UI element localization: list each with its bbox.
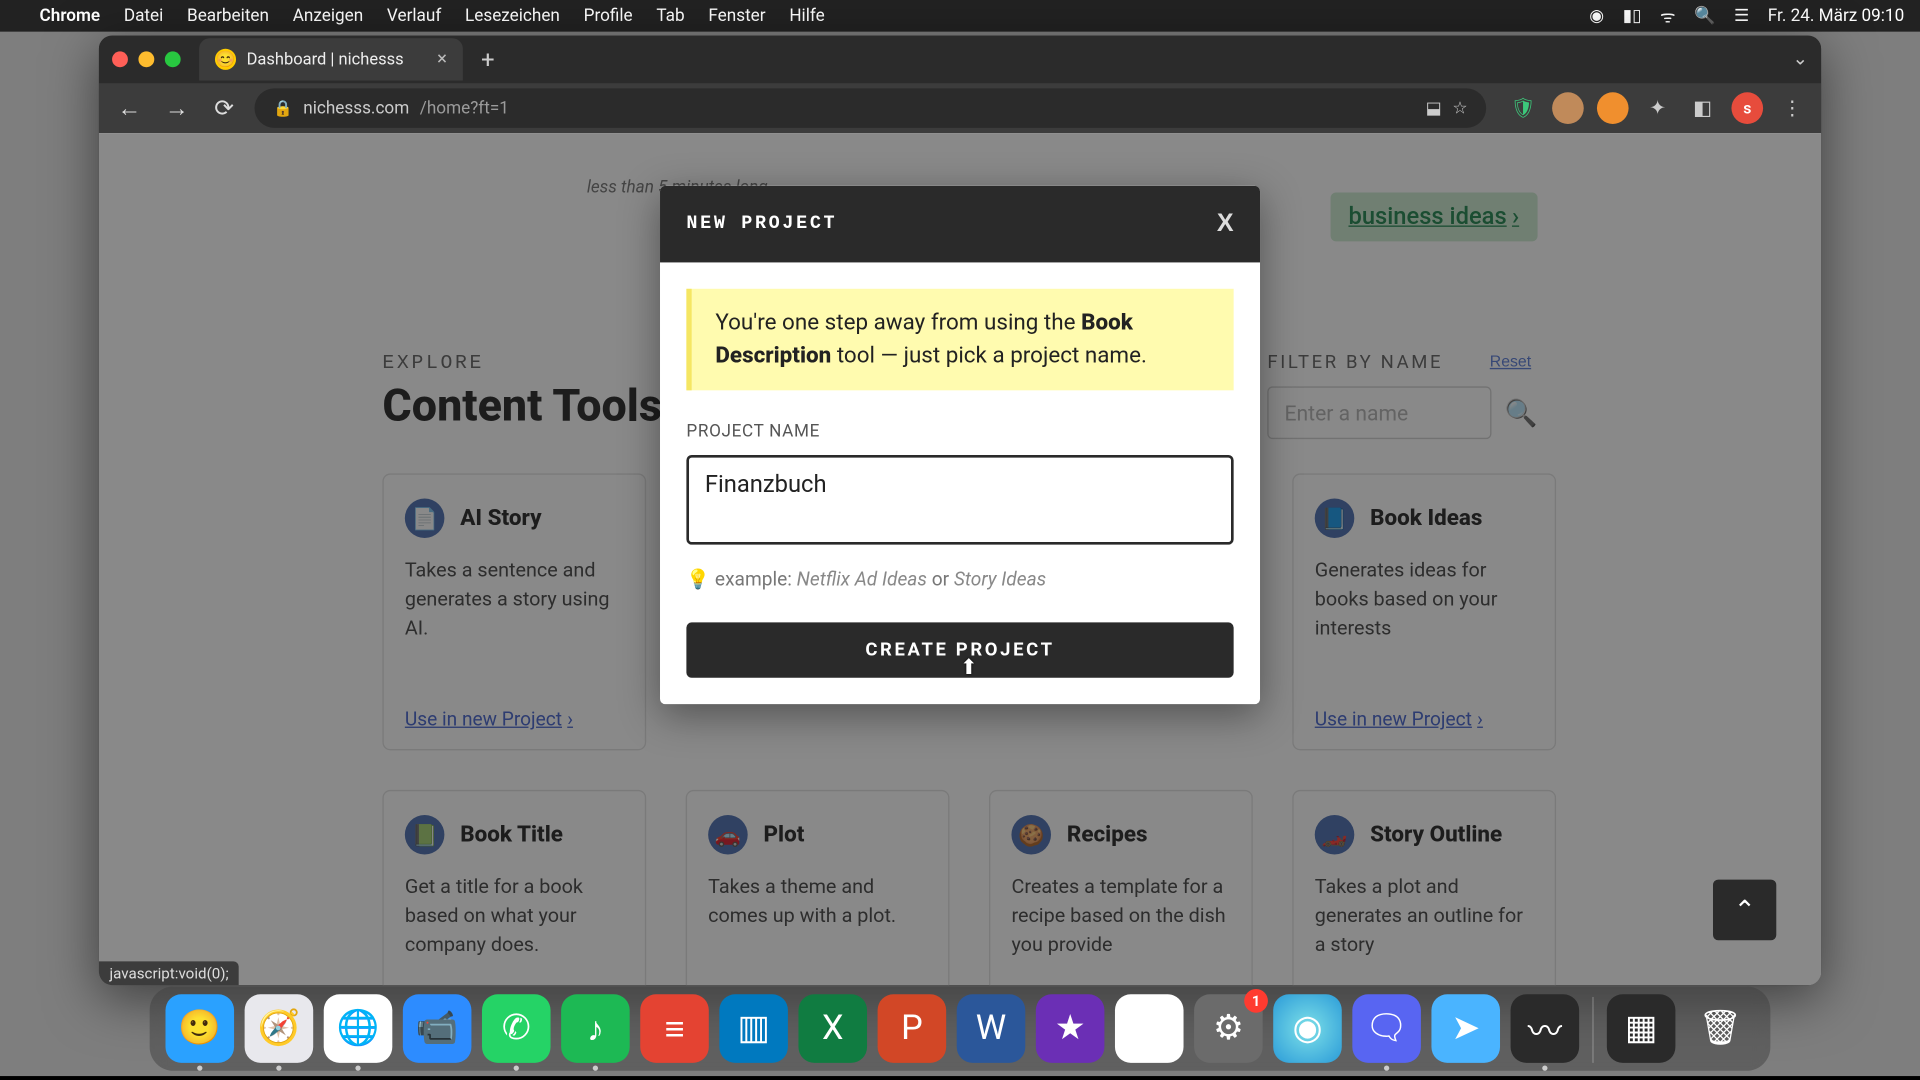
dock-app-siri[interactable]: ◉ <box>1273 994 1342 1063</box>
running-indicator-icon <box>593 1066 598 1071</box>
extensions-puzzle-icon[interactable]: ✦ <box>1642 92 1674 124</box>
profile-avatar-icon[interactable]: s <box>1731 92 1763 124</box>
menu-tab[interactable]: Tab <box>656 6 684 26</box>
menu-app-name[interactable]: Chrome <box>40 6 101 26</box>
tab-overflow-button[interactable]: ⌄ <box>1792 49 1807 70</box>
running-indicator-icon <box>197 1066 202 1071</box>
tab-strip: 😊 Dashboard | nichesss × + ⌄ <box>99 36 1821 83</box>
dock-app-audio[interactable]: 〰 <box>1511 994 1580 1063</box>
wifi-icon[interactable]: ᯤ <box>1660 4 1676 28</box>
running-indicator-icon <box>276 1066 281 1071</box>
menu-lesezeichen[interactable]: Lesezeichen <box>465 6 560 26</box>
browser-window: 😊 Dashboard | nichesss × + ⌄ ← → ⟳ 🔒 nic… <box>99 36 1821 985</box>
dock-app-mission[interactable]: ▦ <box>1607 994 1676 1063</box>
bookmark-star-icon[interactable]: ☆ <box>1452 98 1467 118</box>
menubar-status-icons: ◉ ▮▯ ᯤ 🔍 ☰ Fr. 24. März 09:10 <box>1589 4 1904 28</box>
dock-app-whatsapp[interactable]: ✆ <box>482 994 551 1063</box>
dock-app-excel[interactable]: X <box>798 994 867 1063</box>
window-controls <box>112 51 181 67</box>
running-indicator-icon <box>355 1066 360 1071</box>
page-content: less than 5 minutes long business ideas›… <box>99 133 1821 985</box>
dock-app-trash[interactable]: 🗑 <box>1686 994 1755 1063</box>
dock-separator <box>1592 997 1593 1063</box>
project-name-label: PROJECT NAME <box>686 422 1233 442</box>
modal-close-button[interactable]: X <box>1217 210 1234 239</box>
menu-bearbeiten[interactable]: Bearbeiten <box>187 6 269 26</box>
dock-app-chrome[interactable]: 🌐 <box>324 994 393 1063</box>
battery-icon[interactable]: ▮▯ <box>1623 6 1642 26</box>
menu-fenster[interactable]: Fenster <box>708 6 765 26</box>
tab-close-icon[interactable]: × <box>437 49 447 70</box>
dock-app-zoom[interactable]: 📹 <box>403 994 472 1063</box>
extension-dot1-icon[interactable] <box>1552 92 1584 124</box>
running-indicator-icon <box>1384 1066 1389 1071</box>
menu-datei[interactable]: Datei <box>124 6 163 26</box>
maximize-window-button[interactable] <box>165 51 181 67</box>
dock-app-spotify[interactable]: ♪ <box>561 994 630 1063</box>
dock-app-safari[interactable]: 🧭 <box>245 994 314 1063</box>
minimize-window-button[interactable] <box>138 51 154 67</box>
project-name-example: 💡 example: Netflix Ad Ideas or Story Ide… <box>686 569 1233 591</box>
mac-menubar: Chrome Datei Bearbeiten Anzeigen Verlauf… <box>0 0 1920 32</box>
tab-title: Dashboard | nichesss <box>247 49 404 69</box>
create-project-button[interactable]: CREATE PROJECT <box>686 623 1233 678</box>
tab-favicon-icon: 😊 <box>215 49 236 70</box>
lock-icon: 🔒 <box>273 99 293 117</box>
dock-app-todoist[interactable]: ≡ <box>640 994 709 1063</box>
extension-dot2-icon[interactable] <box>1597 92 1629 124</box>
status-link-preview: javascript:void(0); <box>99 961 239 985</box>
menu-profile[interactable]: Profile <box>584 6 633 26</box>
chrome-menu-icon[interactable]: ⋮ <box>1776 92 1808 124</box>
menu-anzeigen[interactable]: Anzeigen <box>293 6 363 26</box>
notification-badge: 1 <box>1244 989 1268 1013</box>
dock-app-powerpoint[interactable]: P <box>878 994 947 1063</box>
control-center-icon[interactable]: ☰ <box>1734 6 1749 26</box>
browser-tab-dashboard[interactable]: 😊 Dashboard | nichesss × <box>199 38 463 80</box>
reload-button[interactable]: ⟳ <box>207 91 241 125</box>
new-project-modal: NEW PROJECT X You're one step away from … <box>660 186 1260 705</box>
project-name-input[interactable] <box>686 455 1233 545</box>
modal-hint: You're one step away from using the Book… <box>686 289 1233 391</box>
modal-title: NEW PROJECT <box>686 214 837 235</box>
chevron-up-icon: ⌃ <box>1734 894 1756 926</box>
dock-app-imovie[interactable]: ★ <box>1036 994 1105 1063</box>
running-indicator-icon <box>1542 1066 1547 1071</box>
dock-app-settings[interactable]: ⚙1 <box>1194 994 1263 1063</box>
install-app-icon[interactable]: ⬓ <box>1426 98 1442 118</box>
url-host: nichesss.com <box>303 98 409 118</box>
clock-text[interactable]: Fr. 24. März 09:10 <box>1768 6 1904 26</box>
dock-app-app-a[interactable]: ➤ <box>1431 994 1500 1063</box>
new-tab-button[interactable]: + <box>473 45 502 74</box>
extension-shield-icon[interactable]: 🛡 <box>1507 92 1539 124</box>
dock-app-finder[interactable]: 🙂 <box>165 994 234 1063</box>
side-panel-icon[interactable]: ◧ <box>1687 92 1719 124</box>
dock-app-trello[interactable]: ▥ <box>719 994 788 1063</box>
dock-app-discord[interactable]: 🗨 <box>1352 994 1421 1063</box>
scroll-to-top-button[interactable]: ⌃ <box>1713 880 1776 941</box>
extension-icons: 🛡 ✦ ◧ s ⋮ <box>1507 92 1808 124</box>
address-bar[interactable]: 🔒 nichesss.com/home?ft=1 ⬓ ☆ <box>255 88 1487 128</box>
dock-app-drive[interactable]: ▲ <box>1115 994 1184 1063</box>
browser-toolbar: ← → ⟳ 🔒 nichesss.com/home?ft=1 ⬓ ☆ 🛡 ✦ ◧… <box>99 83 1821 133</box>
back-button[interactable]: ← <box>112 91 146 125</box>
screen-record-icon[interactable]: ◉ <box>1589 6 1604 26</box>
menu-hilfe[interactable]: Hilfe <box>789 6 824 26</box>
menu-verlauf[interactable]: Verlauf <box>387 6 441 26</box>
spotlight-icon[interactable]: 🔍 <box>1694 6 1715 26</box>
mac-dock: 🙂🧭🌐📹✆♪≡▥XPW★▲⚙1◉🗨➤〰 ▦🗑 <box>150 986 1771 1070</box>
forward-button[interactable]: → <box>160 91 194 125</box>
running-indicator-icon <box>514 1066 519 1071</box>
close-window-button[interactable] <box>112 51 128 67</box>
dock-app-word[interactable]: W <box>957 994 1026 1063</box>
url-path: /home?ft=1 <box>420 98 509 118</box>
